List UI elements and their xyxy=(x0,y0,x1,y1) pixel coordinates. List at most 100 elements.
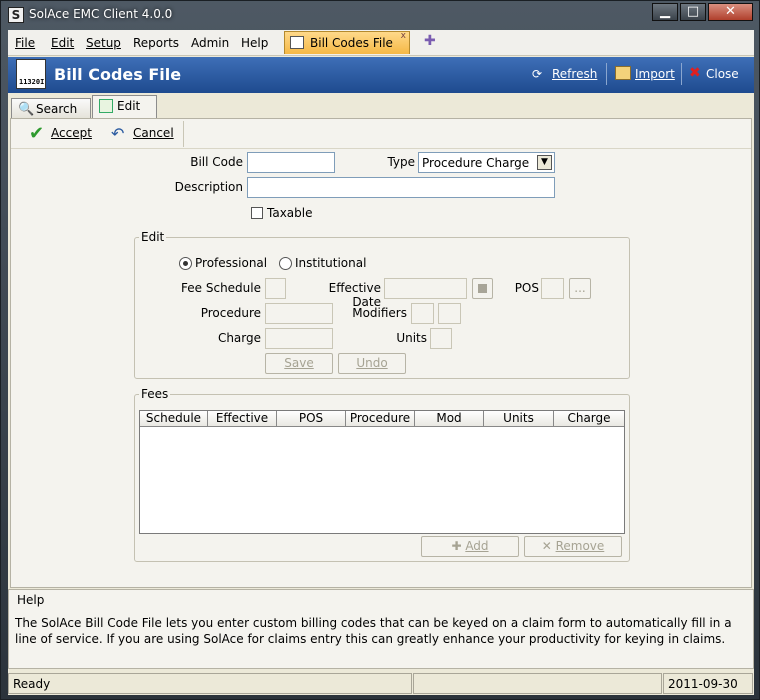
modifier-1-input[interactable] xyxy=(411,303,434,324)
help-title: Help xyxy=(17,593,45,607)
document-icon xyxy=(290,36,304,49)
fees-group-title: Fees xyxy=(139,387,171,401)
description-label: Description xyxy=(174,180,243,194)
type-select[interactable]: Procedure Charge ▼ xyxy=(418,152,555,173)
header-separator xyxy=(606,63,607,85)
refresh-icon: ⟳ xyxy=(532,67,543,81)
menu-reports[interactable]: Reports xyxy=(133,36,179,50)
procedure-label: Procedure xyxy=(200,306,261,320)
remove-fee-button[interactable]: ✕ Remove xyxy=(524,536,622,557)
tab-edit[interactable]: Edit xyxy=(92,95,157,119)
calendar-icon[interactable] xyxy=(472,278,493,299)
column-header[interactable]: Units xyxy=(484,411,554,427)
status-text: Ready xyxy=(8,673,412,694)
modifier-2-input[interactable] xyxy=(438,303,461,324)
undo-button[interactable]: Undo xyxy=(338,353,406,374)
description-input[interactable] xyxy=(247,177,555,198)
close-tab-icon[interactable]: x xyxy=(401,31,406,41)
column-header[interactable]: Mod xyxy=(415,411,484,427)
column-header[interactable]: Charge xyxy=(554,411,624,427)
edit-form-icon xyxy=(99,99,113,113)
toolbar-separator xyxy=(183,121,184,147)
import-button[interactable]: Import xyxy=(635,67,675,81)
close-icon: ✕ xyxy=(541,539,556,553)
procedure-input[interactable] xyxy=(265,303,333,324)
taxable-checkbox[interactable] xyxy=(251,207,263,219)
accept-button[interactable]: Accept xyxy=(51,126,92,140)
close-button[interactable]: Close xyxy=(706,67,739,81)
status-middle xyxy=(413,673,662,694)
window-title: SolAce EMC Client 4.0.0 xyxy=(29,7,173,21)
menu-help[interactable]: Help xyxy=(241,36,268,50)
menu-setup[interactable]: Setup xyxy=(86,36,121,50)
menu-bar: File Edit Setup Reports Admin Help Bill … xyxy=(8,30,754,56)
page-title: Bill Codes File xyxy=(54,65,182,84)
fees-table[interactable]: Schedule Effective POS Procedure Mod Uni… xyxy=(139,410,625,534)
institutional-label: Institutional xyxy=(295,256,367,270)
fee-schedule-label: Fee Schedule xyxy=(181,281,261,295)
client-area: File Edit Setup Reports Admin Help Bill … xyxy=(8,30,754,695)
status-date: 2011-09-30 xyxy=(663,673,753,694)
modifiers-label: Modifiers xyxy=(352,306,407,320)
plus-icon: ✚ xyxy=(451,539,466,553)
close-icon: ✖ xyxy=(689,65,701,81)
pos-lookup-button[interactable]: ... xyxy=(569,278,591,299)
menu-edit[interactable]: Edit xyxy=(51,36,74,50)
bill-code-input[interactable] xyxy=(247,152,335,173)
edit-group-title: Edit xyxy=(139,230,167,244)
document-tab-label: Bill Codes File xyxy=(310,36,393,50)
help-text: The SolAce Bill Code File lets you enter… xyxy=(15,616,732,646)
minimize-button[interactable]: ▁ xyxy=(652,3,678,21)
search-icon: 🔍 xyxy=(18,102,35,117)
window-close-button[interactable]: ✕ xyxy=(708,3,753,21)
effective-date-input[interactable] xyxy=(384,278,467,299)
fee-schedule-input[interactable] xyxy=(265,278,286,299)
page-header: 11320I Bill Codes File ⟳ Refresh Import … xyxy=(8,57,754,93)
taxable-label: Taxable xyxy=(267,206,313,220)
cancel-button[interactable]: Cancel xyxy=(133,126,174,140)
application-window: S SolAce EMC Client 4.0.0 ▁ □ ✕ File Edi… xyxy=(0,0,760,700)
type-label: Type xyxy=(387,155,415,169)
bill-code-label: Bill Code xyxy=(190,155,243,169)
tab-edit-label: Edit xyxy=(117,99,141,113)
type-select-value: Procedure Charge xyxy=(422,156,530,170)
pos-label: POS xyxy=(514,281,539,295)
charge-label: Charge xyxy=(217,331,261,345)
title-bar[interactable]: S SolAce EMC Client 4.0.0 ▁ □ ✕ xyxy=(1,1,759,29)
charge-input[interactable] xyxy=(265,328,333,349)
professional-label: Professional xyxy=(195,256,268,270)
pos-input[interactable] xyxy=(541,278,564,299)
column-header[interactable]: Effective xyxy=(208,411,277,427)
save-button[interactable]: Save xyxy=(265,353,333,374)
units-input[interactable] xyxy=(430,328,452,349)
undo-arrow-icon: ↶ xyxy=(111,124,125,143)
column-header[interactable]: POS xyxy=(277,411,346,427)
column-header[interactable]: Schedule xyxy=(140,411,208,427)
units-label: Units xyxy=(396,331,427,345)
header-separator xyxy=(681,63,682,85)
edit-group: Edit Professional Institutional Fee Sche… xyxy=(134,230,630,379)
menu-file[interactable]: File xyxy=(15,36,35,50)
edit-toolbar: ✔ Accept ↶ Cancel xyxy=(11,119,751,149)
refresh-button[interactable]: Refresh xyxy=(552,67,597,81)
import-icon xyxy=(615,66,631,80)
document-tab-bill-codes[interactable]: Bill Codes File x xyxy=(284,31,410,54)
bill-codes-icon: 11320I xyxy=(16,59,46,89)
edit-panel: ✔ Accept ↶ Cancel Bill Code Type Procedu… xyxy=(10,118,752,588)
checkmark-icon: ✔ xyxy=(29,123,45,144)
chevron-down-icon[interactable]: ▼ xyxy=(537,155,552,170)
column-header[interactable]: Procedure xyxy=(346,411,415,427)
help-panel: Help The SolAce Bill Code File lets you … xyxy=(8,589,754,669)
add-fee-button[interactable]: ✚ Add xyxy=(421,536,519,557)
professional-radio[interactable] xyxy=(179,257,192,270)
new-tab-icon[interactable]: ✚ xyxy=(424,33,436,49)
tab-search[interactable]: 🔍 Search xyxy=(11,98,91,119)
view-tabs: 🔍 Search Edit xyxy=(8,94,754,119)
tab-search-label: Search xyxy=(36,102,78,116)
institutional-radio[interactable] xyxy=(279,257,292,270)
maximize-button[interactable]: □ xyxy=(680,3,706,21)
status-bar: Ready 2011-09-30 xyxy=(8,672,754,695)
menu-admin[interactable]: Admin xyxy=(191,36,229,50)
fees-group: Fees Schedule Effective POS Procedure Mo… xyxy=(134,387,630,562)
app-icon: S xyxy=(8,7,24,23)
